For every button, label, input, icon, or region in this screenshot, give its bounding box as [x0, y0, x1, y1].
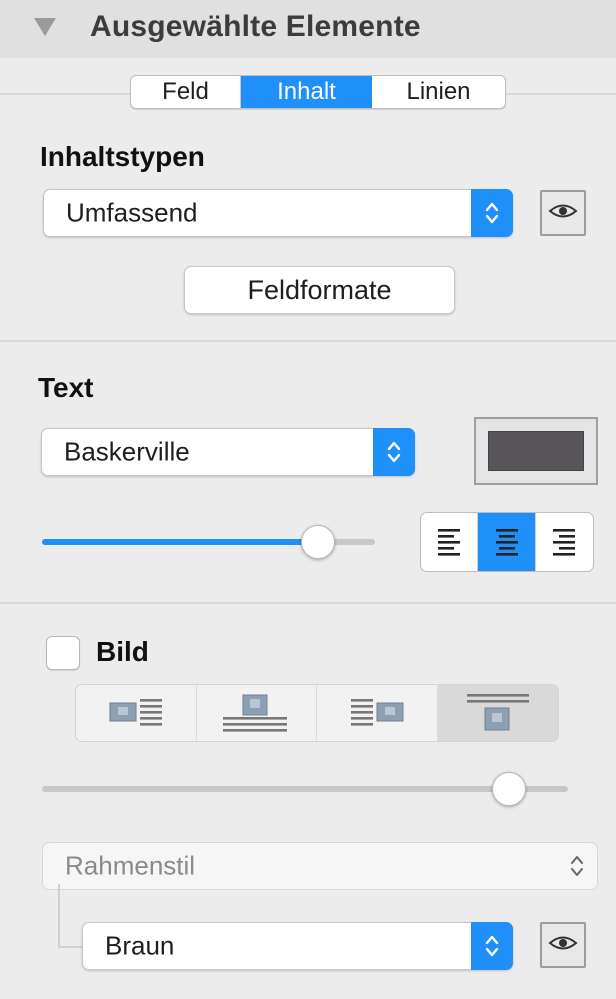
image-below-text-icon [466, 694, 529, 731]
frame-color-value: Braun [105, 930, 175, 961]
disclosure-triangle-down-icon[interactable] [34, 18, 56, 36]
text-alignment-control [420, 512, 594, 572]
slider-knob[interactable] [492, 772, 526, 806]
popup-arrows-icon [373, 428, 415, 476]
content-visibility-button[interactable] [540, 190, 586, 236]
image-position-control [75, 684, 559, 742]
align-left-icon [438, 529, 461, 556]
eye-icon [548, 202, 578, 225]
frame-style-popup[interactable]: Rahmenstil [42, 842, 598, 890]
popup-arrows-icon [471, 189, 513, 237]
image-checkbox[interactable] [46, 636, 80, 670]
tab-inhalt[interactable]: Inhalt [241, 76, 372, 108]
frame-color-popup[interactable]: Braun [82, 922, 513, 970]
tree-connector [58, 884, 60, 948]
align-center-button[interactable] [478, 513, 536, 571]
tab-feld[interactable]: Feld [131, 76, 241, 108]
text-heading: Text [38, 372, 94, 403]
tree-connector [58, 946, 82, 948]
image-label: Bild [96, 636, 149, 667]
color-swatch [488, 431, 584, 471]
slider-fill [42, 539, 318, 545]
image-below-text-button[interactable] [437, 685, 558, 741]
align-left-button[interactable] [421, 513, 479, 571]
text-color-well[interactable] [474, 417, 598, 485]
field-formats-button[interactable]: Feldformate [184, 266, 455, 314]
image-above-text-button[interactable] [197, 685, 317, 741]
font-value: Baskerville [64, 436, 190, 467]
align-center-icon [495, 529, 518, 556]
frame-visibility-button[interactable] [540, 922, 586, 968]
popup-arrows-icon [471, 922, 513, 970]
image-right-of-text-icon [350, 699, 404, 726]
popup-arrows-icon [556, 842, 598, 890]
image-left-of-text-button[interactable] [76, 685, 197, 741]
image-above-text-icon [223, 694, 288, 732]
tab-linien[interactable]: Linien [372, 76, 505, 108]
section-title: Ausgewählte Elemente [90, 10, 421, 43]
content-type-value: Umfassend [66, 197, 198, 228]
font-popup[interactable]: Baskerville [41, 428, 415, 476]
align-right-button[interactable] [536, 513, 593, 571]
inspector-section-header[interactable]: Ausgewählte Elemente [0, 0, 616, 58]
image-left-of-text-icon [109, 699, 162, 726]
content-types-heading: Inhaltstypen [40, 141, 205, 172]
slider-knob[interactable] [301, 525, 335, 559]
inspector-tabs: Feld Inhalt Linien [130, 75, 506, 109]
eye-icon [548, 934, 578, 957]
align-right-icon [553, 529, 576, 556]
section-divider [0, 602, 616, 604]
content-type-popup[interactable]: Umfassend [43, 189, 513, 237]
image-right-of-text-button[interactable] [317, 685, 438, 741]
slider-track [42, 786, 568, 792]
frame-style-placeholder: Rahmenstil [65, 850, 196, 881]
section-divider [0, 340, 616, 342]
